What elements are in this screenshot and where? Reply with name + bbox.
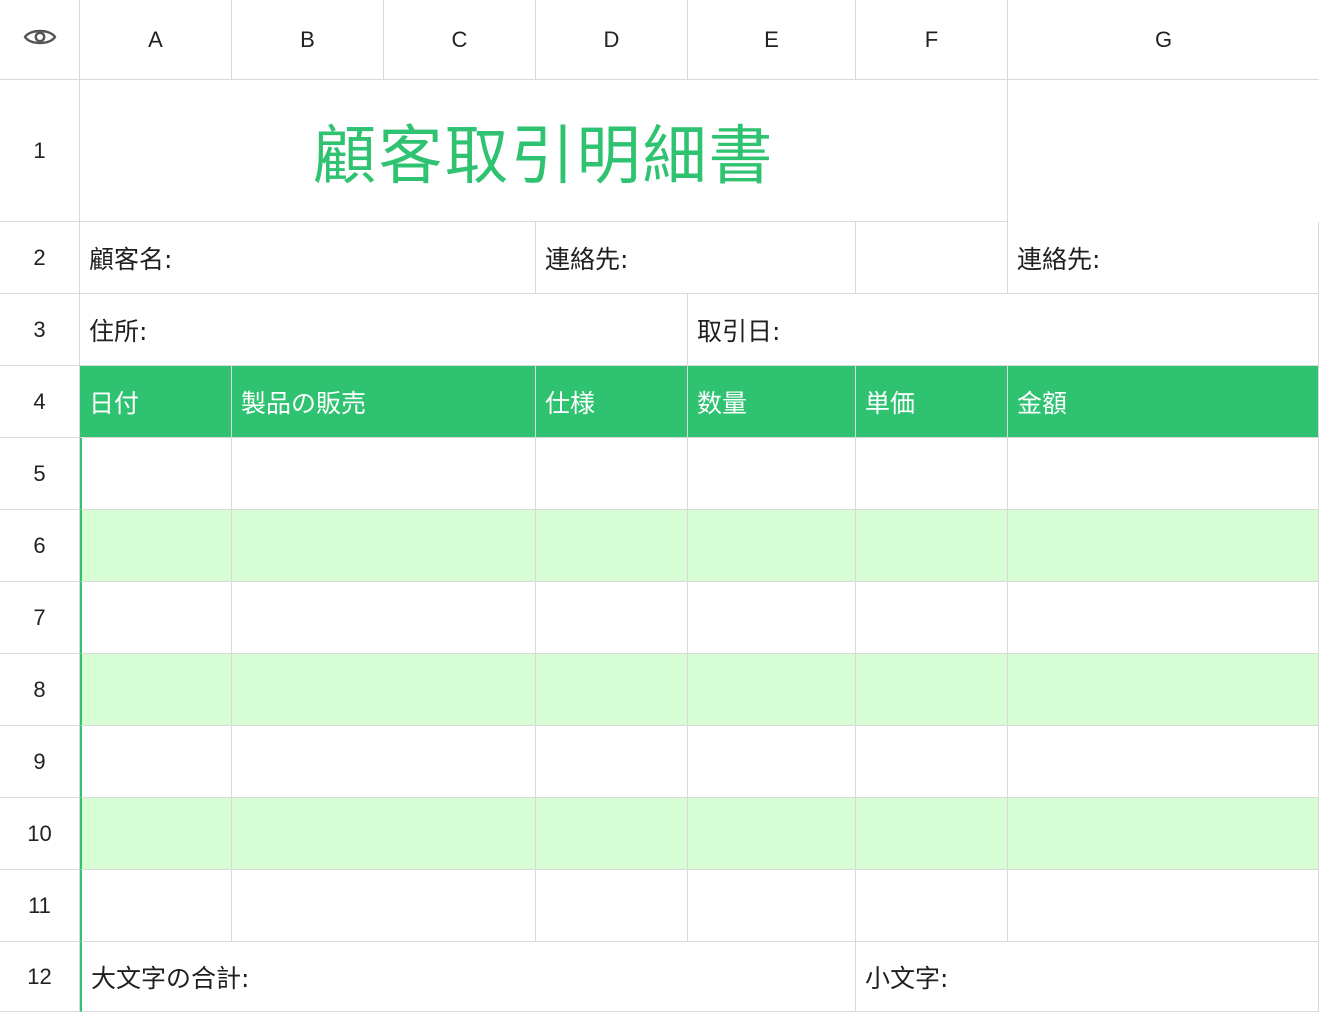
table-cell[interactable] — [1008, 510, 1319, 582]
table-cell[interactable] — [1008, 654, 1319, 726]
document-title-cell[interactable]: 顧客取引明細書 — [80, 80, 1008, 222]
column-header-d[interactable]: D — [536, 0, 688, 80]
customer-name-cell[interactable]: 顧客名: — [80, 222, 536, 294]
table-cell[interactable] — [80, 510, 232, 582]
table-header-date[interactable]: 日付 — [80, 366, 232, 438]
column-header-a[interactable]: A — [80, 0, 232, 80]
table-header-amount[interactable]: 金額 — [1008, 366, 1319, 438]
column-header-g[interactable]: G — [1155, 27, 1172, 53]
table-header-quantity[interactable]: 数量 — [688, 366, 856, 438]
table-cell[interactable] — [688, 726, 856, 798]
row-header-11[interactable]: 11 — [0, 870, 80, 942]
transaction-date-cell[interactable]: 取引日: — [688, 294, 1319, 366]
column-header-b[interactable]: B — [232, 0, 384, 80]
row-header-3[interactable]: 3 — [0, 294, 80, 366]
table-cell[interactable] — [80, 798, 232, 870]
table-cell[interactable] — [856, 726, 1008, 798]
row-header-4[interactable]: 4 — [0, 366, 80, 438]
table-header-product[interactable]: 製品の販売 — [232, 366, 536, 438]
contact-cell-2[interactable]: 連絡先: — [1008, 222, 1319, 294]
table-cell[interactable] — [688, 510, 856, 582]
table-cell[interactable] — [688, 582, 856, 654]
table-header-spec[interactable]: 仕様 — [536, 366, 688, 438]
address-cell[interactable]: 住所: — [80, 294, 688, 366]
table-cell[interactable] — [536, 510, 688, 582]
table-cell[interactable] — [1008, 798, 1319, 870]
table-cell[interactable] — [856, 870, 1008, 942]
table-cell[interactable] — [232, 582, 536, 654]
table-cell[interactable] — [688, 798, 856, 870]
table-cell[interactable] — [232, 438, 536, 510]
table-cell[interactable] — [232, 510, 536, 582]
lowercase-total-cell[interactable]: 小文字: — [856, 942, 1319, 1012]
table-cell[interactable] — [80, 438, 232, 510]
table-cell[interactable] — [80, 582, 232, 654]
contact-cell-1[interactable]: 連絡先: — [536, 222, 856, 294]
table-cell[interactable] — [232, 654, 536, 726]
row-header-10[interactable]: 10 — [0, 798, 80, 870]
column-header-e[interactable]: E — [688, 0, 856, 80]
row-header-9[interactable]: 9 — [0, 726, 80, 798]
total-uppercase-cell[interactable]: 大文字の合計: — [80, 942, 856, 1012]
table-cell[interactable] — [80, 654, 232, 726]
table-cell[interactable] — [856, 510, 1008, 582]
column-header-c[interactable]: C — [384, 0, 536, 80]
table-cell[interactable] — [688, 654, 856, 726]
table-cell[interactable] — [232, 798, 536, 870]
table-header-unit-price[interactable]: 単価 — [856, 366, 1008, 438]
column-header-g-holder: G — [1008, 0, 1319, 80]
table-cell[interactable] — [80, 726, 232, 798]
row-header-6[interactable]: 6 — [0, 510, 80, 582]
table-cell[interactable] — [536, 726, 688, 798]
row-header-2[interactable]: 2 — [0, 222, 80, 294]
table-cell[interactable] — [536, 582, 688, 654]
select-all-corner[interactable] — [0, 0, 80, 80]
table-cell[interactable] — [536, 798, 688, 870]
column-header-f[interactable]: F — [856, 0, 1008, 80]
table-cell[interactable] — [80, 870, 232, 942]
table-cell[interactable] — [536, 870, 688, 942]
table-cell[interactable] — [232, 726, 536, 798]
row-header-8[interactable]: 8 — [0, 654, 80, 726]
row-header-1[interactable]: 1 — [0, 80, 80, 222]
row-header-7[interactable]: 7 — [0, 582, 80, 654]
table-cell[interactable] — [688, 870, 856, 942]
table-cell[interactable] — [856, 438, 1008, 510]
table-cell[interactable] — [856, 582, 1008, 654]
table-cell[interactable] — [536, 654, 688, 726]
table-cell[interactable] — [536, 438, 688, 510]
table-cell[interactable] — [232, 870, 536, 942]
contact-value-cell[interactable] — [856, 222, 1008, 294]
eye-icon[interactable] — [23, 25, 57, 54]
row-header-5[interactable]: 5 — [0, 438, 80, 510]
spreadsheet-grid: A B C D E F 1 2 3 4 5 6 7 8 9 10 11 12 顧… — [0, 0, 1319, 1012]
table-cell[interactable] — [1008, 726, 1319, 798]
table-cell[interactable] — [856, 654, 1008, 726]
table-cell[interactable] — [856, 798, 1008, 870]
table-cell[interactable] — [1008, 870, 1319, 942]
row-header-12[interactable]: 12 — [0, 942, 80, 1012]
table-cell[interactable] — [688, 438, 856, 510]
table-cell[interactable] — [1008, 438, 1319, 510]
table-cell[interactable] — [1008, 582, 1319, 654]
